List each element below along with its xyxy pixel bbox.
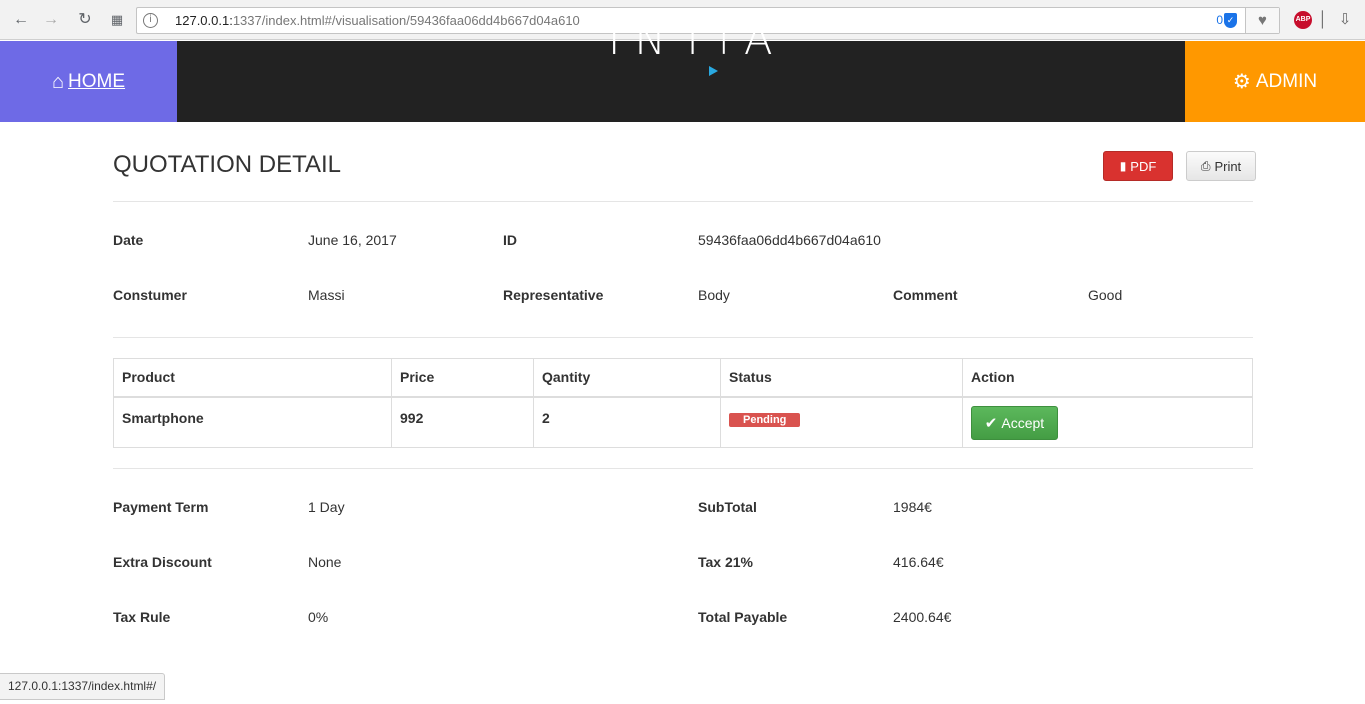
browser-status-bar: 127.0.0.1:1337/index.html#/ bbox=[0, 673, 166, 700]
apps-icon[interactable]: ▦ bbox=[108, 11, 126, 29]
address-url[interactable]: 127.0.0.1:1337/index.html#/visualisation… bbox=[175, 13, 580, 28]
admin-nav-link[interactable]: ⚙ ADMIN bbox=[1185, 41, 1365, 122]
print-label: Print bbox=[1214, 158, 1242, 174]
column-header-action: Action bbox=[962, 358, 1253, 398]
accept-label: Accept bbox=[1001, 414, 1045, 431]
total-payable-value: 2400.64€ bbox=[893, 609, 952, 625]
price-cell: 992 bbox=[391, 396, 534, 448]
column-header-product: Product bbox=[113, 358, 392, 398]
tax-value: 416.64€ bbox=[893, 554, 944, 570]
back-icon[interactable]: ← bbox=[12, 11, 30, 29]
file-icon: ▮ bbox=[1119, 159, 1127, 173]
comment-value: Good bbox=[1088, 287, 1123, 303]
extra-discount-label: Extra Discount bbox=[113, 554, 212, 570]
home-nav-link[interactable]: ⌂ HOME bbox=[0, 41, 177, 122]
representative-value: Body bbox=[698, 287, 730, 303]
date-value: June 16, 2017 bbox=[308, 232, 397, 248]
tax-rule-value: 0% bbox=[308, 609, 329, 625]
status-badge: Pending bbox=[729, 412, 801, 427]
status-cell: Pending bbox=[720, 396, 963, 448]
pdf-button[interactable]: ▮ PDF bbox=[1103, 151, 1173, 181]
site-info-icon[interactable]: i bbox=[143, 13, 158, 28]
quantity-cell: 2 bbox=[533, 396, 721, 448]
extra-discount-value: None bbox=[308, 554, 342, 570]
accept-button[interactable]: ✔ Accept bbox=[971, 405, 1058, 440]
check-icon: ✔ bbox=[984, 414, 998, 432]
id-value: 59436faa06dd4b667d04a610 bbox=[698, 232, 881, 248]
extension-count: 0 bbox=[1216, 13, 1223, 27]
date-label: Date bbox=[113, 232, 144, 248]
subtotal-value: 1984€ bbox=[893, 499, 932, 515]
id-label: ID bbox=[503, 232, 517, 248]
reload-icon[interactable]: ↻ bbox=[76, 11, 94, 29]
forward-icon[interactable]: → bbox=[42, 11, 60, 29]
table-row: Smartphone 992 2 Pending ✔ Accept bbox=[113, 396, 1253, 448]
brand-logo: INTiA bbox=[608, 15, 787, 64]
representative-label: Representative bbox=[503, 287, 604, 303]
print-button[interactable]: ⎙ Print bbox=[1186, 151, 1256, 181]
column-header-status: Status bbox=[720, 358, 963, 398]
download-icon[interactable]: ⇩ bbox=[1336, 11, 1354, 29]
product-cell: Smartphone bbox=[113, 396, 392, 448]
tax-rule-label: Tax Rule bbox=[113, 609, 171, 625]
column-header-price: Price bbox=[391, 358, 534, 398]
divider bbox=[113, 201, 1253, 202]
pdf-label: PDF bbox=[1130, 158, 1157, 174]
heart-icon[interactable]: ♥ bbox=[1245, 8, 1279, 33]
admin-label: ADMIN bbox=[1255, 70, 1318, 92]
consumer-label: Constumer bbox=[113, 287, 187, 303]
gear-icon: ⚙ bbox=[1232, 70, 1251, 93]
products-table: Product Price Qantity Status Action Smar… bbox=[113, 358, 1253, 448]
tax-label: Tax 21% bbox=[698, 554, 753, 570]
extension-icon[interactable]: │ bbox=[1314, 11, 1332, 29]
consumer-value: Massi bbox=[308, 287, 345, 303]
brand-accent-icon bbox=[709, 66, 718, 76]
home-icon: ⌂ bbox=[51, 70, 65, 93]
url-host: 127.0.0.1: bbox=[175, 13, 233, 28]
url-path: 1337/index.html#/visualisation/59436faa0… bbox=[232, 13, 580, 28]
abp-icon[interactable]: ABP bbox=[1294, 11, 1312, 29]
column-header-quantity: Qantity bbox=[533, 358, 721, 398]
payment-term-label: Payment Term bbox=[113, 499, 209, 515]
home-label: HOME bbox=[68, 70, 126, 92]
total-payable-label: Total Payable bbox=[698, 609, 788, 625]
subtotal-label: SubTotal bbox=[698, 499, 757, 515]
divider bbox=[113, 468, 1253, 469]
divider bbox=[113, 337, 1253, 338]
page-title: QUOTATION DETAIL bbox=[113, 151, 342, 178]
shield-icon[interactable]: ✓ bbox=[1224, 13, 1237, 28]
payment-term-value: 1 Day bbox=[308, 499, 345, 515]
print-icon: ⎙ bbox=[1200, 158, 1211, 173]
table-header-row: Product Price Qantity Status Action bbox=[113, 358, 1253, 398]
action-cell: ✔ Accept bbox=[962, 396, 1253, 448]
comment-label: Comment bbox=[893, 287, 958, 303]
